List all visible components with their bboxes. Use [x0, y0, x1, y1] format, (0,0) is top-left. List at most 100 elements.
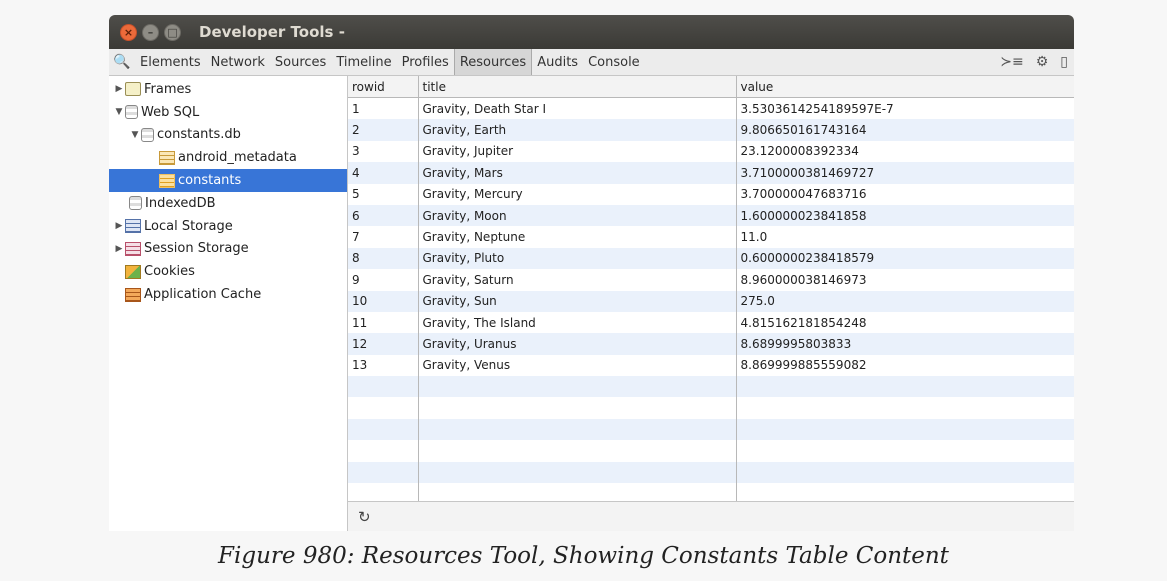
cell-value: 0.6000000238418579: [736, 247, 1074, 270]
cell-title: Gravity, Mars: [418, 162, 737, 184]
cell-value: 23.1200008392334: [740, 144, 859, 159]
table-row[interactable]: 10 Gravity, Sun 275.0: [348, 290, 1074, 312]
maximize-icon[interactable]: □: [164, 23, 181, 41]
tree-item-cookies[interactable]: Cookies: [109, 260, 347, 283]
search-icon[interactable]: 🔍: [109, 54, 135, 70]
tab-console[interactable]: Console: [583, 49, 645, 75]
cell-rowid: 13: [348, 354, 419, 377]
empty-row: [348, 461, 1074, 484]
cell-title: Gravity, Saturn: [418, 269, 737, 291]
cell-value: 275.0: [736, 290, 1074, 312]
tree-item-frames[interactable]: ▶ Frames: [109, 78, 347, 101]
cell-value: 3.7100000381469727: [736, 162, 1074, 184]
cell-rowid: 3: [348, 140, 419, 163]
tree-item-indexeddb[interactable]: IndexedDB: [109, 192, 347, 215]
tree-label: Web SQL: [141, 104, 200, 120]
column-header-value[interactable]: value: [736, 76, 1074, 98]
expand-arrow-icon[interactable]: ▶: [113, 244, 125, 254]
constants-table: rowid title value 1 Gravity, Death Star I…: [348, 76, 1074, 501]
devtools-window: × – □ Developer Tools - 🔍 Elements Netwo…: [109, 15, 1074, 531]
table-row[interactable]: 12 Gravity, Uranus 8.6899995803833: [348, 333, 1074, 355]
empty-cell: [418, 440, 737, 462]
table-row[interactable]: 13 Gravity, Venus 8.869999885559082: [348, 354, 1074, 377]
cookie-icon: [125, 264, 141, 279]
table-row[interactable]: 9 Gravity, Saturn 8.960000038146973: [348, 269, 1074, 291]
tree-label: Frames: [144, 81, 192, 97]
tree-item-android-metadata[interactable]: android_metadata: [109, 146, 347, 169]
tree-item-application-cache[interactable]: Application Cache: [109, 283, 347, 306]
cell-title: Gravity, Jupiter: [418, 140, 737, 163]
figure-caption: Figure 980: Resources Tool, Showing Cons…: [218, 543, 949, 569]
tab-sources[interactable]: Sources: [270, 49, 331, 75]
window-title: Developer Tools -: [199, 23, 345, 41]
cache-icon: [125, 287, 141, 302]
empty-cell: [736, 397, 1074, 418]
cell-rowid: 10: [348, 290, 419, 312]
empty-row: [348, 483, 1074, 501]
empty-cell: [348, 376, 419, 398]
table-row[interactable]: 8 Gravity, Pluto 0.6000000238418579: [348, 247, 1074, 270]
table-row[interactable]: 1 Gravity, Death Star I 3.5303614254189597…: [348, 97, 1074, 120]
table-row[interactable]: 7 Gravity, Neptune 11.0: [348, 226, 1074, 248]
table-row[interactable]: 11 Gravity, The Island 4.815162181854248: [348, 311, 1074, 334]
database-icon: [125, 105, 138, 120]
column-header-rowid[interactable]: rowid: [348, 76, 419, 98]
collapse-arrow-icon[interactable]: ▼: [129, 130, 141, 140]
tab-profiles[interactable]: Profiles: [397, 49, 454, 75]
cell-title: Gravity, Moon: [418, 204, 737, 227]
table-body: 1 Gravity, Death Star I 3.5303614254189597…: [348, 97, 1074, 501]
console-drawer-icon[interactable]: ≻≡: [1000, 54, 1023, 70]
dock-icon[interactable]: ▯: [1060, 54, 1068, 70]
tree-item-session-storage[interactable]: ▶ Session Storage: [109, 238, 347, 261]
table-row[interactable]: 4 Gravity, Mars 3.7100000381469727: [348, 162, 1074, 184]
tree-item-local-storage[interactable]: ▶ Local Storage: [109, 215, 347, 238]
close-icon[interactable]: ×: [120, 23, 137, 41]
tree-label: IndexedDB: [145, 195, 216, 211]
expand-arrow-icon[interactable]: ▶: [113, 84, 125, 94]
tree-item-websql[interactable]: ▼ Web SQL: [109, 101, 347, 124]
empty-cell: [736, 418, 1074, 441]
table-icon: [159, 150, 175, 165]
cell-title: Gravity, Sun: [418, 290, 737, 312]
empty-cell: [348, 483, 419, 501]
empty-cell: [348, 418, 419, 441]
tree-label: Cookies: [144, 264, 195, 280]
column-header-title[interactable]: title: [418, 76, 737, 98]
refresh-icon[interactable]: ↻: [358, 508, 371, 526]
expand-arrow-icon[interactable]: ▶: [113, 221, 125, 231]
collapse-arrow-icon[interactable]: ▼: [113, 107, 125, 117]
tab-audits[interactable]: Audits: [532, 49, 583, 75]
cell-title: Gravity, Neptune: [418, 226, 737, 248]
empty-row: [348, 397, 1074, 419]
empty-row: [348, 418, 1074, 441]
database-icon: [141, 127, 154, 142]
tab-network[interactable]: Network: [206, 49, 270, 75]
tab-resources[interactable]: Resources: [453, 49, 533, 75]
cell-rowid: 4: [348, 162, 419, 184]
cell-value: 8.6899995803833: [736, 333, 1074, 355]
table-row[interactable]: 2 Gravity, Earth 9.806650161743164: [348, 119, 1074, 141]
table-row[interactable]: 5 Gravity, Mercury 3.700000047683716: [348, 183, 1074, 205]
cell-title: Gravity, Pluto: [418, 247, 737, 270]
cell-title: Gravity, The Island: [418, 311, 737, 334]
tree-item-constants[interactable]: constants: [109, 169, 347, 192]
tree-item-constants-db[interactable]: ▼ constants.db: [109, 124, 347, 147]
cell-title: Gravity, Uranus: [418, 333, 737, 355]
tab-elements[interactable]: Elements: [135, 49, 206, 75]
minimize-icon[interactable]: –: [142, 23, 159, 41]
data-grid: rowid title value 1 Gravity, Death Star I…: [348, 76, 1074, 501]
folder-icon: [125, 82, 141, 97]
table-row[interactable]: 6 Gravity, Moon 1.600000023841858: [348, 204, 1074, 227]
tab-timeline[interactable]: Timeline: [331, 49, 396, 75]
database-icon: [129, 196, 142, 211]
cell-rowid: 5: [348, 183, 419, 205]
table-row[interactable]: 3 Gravity, Jupiter 23.1200008392334: [348, 140, 1074, 163]
cell-value: 4.815162181854248: [740, 315, 867, 330]
empty-cell: [736, 483, 1074, 501]
gear-icon[interactable]: ⚙: [1036, 54, 1049, 70]
cell-title: Gravity, Death Star I: [418, 97, 737, 120]
cell-title: Gravity, Venus: [418, 354, 737, 377]
tree-label: android_metadata: [178, 150, 297, 166]
empty-cell: [348, 440, 419, 462]
empty-cell: [418, 376, 737, 398]
